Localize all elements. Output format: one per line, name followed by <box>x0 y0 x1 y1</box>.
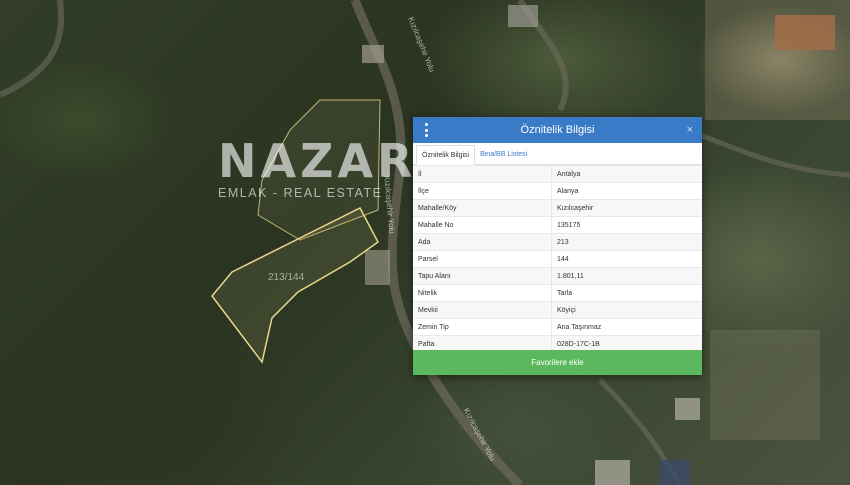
attribute-key: Nitelik <box>413 284 552 302</box>
attribute-key: İlçe <box>413 182 552 200</box>
table-row: Mevkii Köyiçi <box>413 301 702 319</box>
table-row: Ada 213 <box>413 233 702 251</box>
attribute-key: Zemin Tip <box>413 318 552 336</box>
building <box>365 250 390 285</box>
table-row: Mahalle/Köy Kızılcaşehir <box>413 199 702 217</box>
tab-attribute-info[interactable]: Öznitelik Bilgisi <box>416 145 476 165</box>
attribute-value: Köyiçi <box>551 301 702 319</box>
attribute-key: Mahalle No <box>413 216 552 234</box>
road <box>0 0 65 98</box>
building <box>362 45 384 63</box>
tab-building-list[interactable]: Bina/BB Listesi <box>475 145 532 164</box>
attribute-key: Mevkii <box>413 301 552 319</box>
attribute-table: İl Antalya İlçe Alanya Mahalle/Köy Kızılcaşeh… <box>413 165 702 352</box>
add-to-favorites-button[interactable]: Favorilere ekle <box>413 350 702 375</box>
building <box>508 5 538 27</box>
parcel-label: 213/144 <box>268 272 305 283</box>
building <box>675 398 700 420</box>
attribute-key: Parsel <box>413 250 552 268</box>
building <box>660 460 690 485</box>
table-row: Tapu Alanı 1.801,11 <box>413 267 702 285</box>
panel-title: Öznitelik Bilgisi <box>520 124 595 136</box>
close-icon[interactable]: × <box>687 117 693 143</box>
attribute-panel: Öznitelik Bilgisi × Öznitelik Bilgisi Bi… <box>413 117 702 375</box>
attribute-value: Tarla <box>551 284 702 302</box>
panel-tabs: Öznitelik Bilgisi Bina/BB Listesi <box>413 143 702 165</box>
table-row: Zemin Tip Ana Taşınmaz <box>413 318 702 336</box>
attribute-key: Mahalle/Köy <box>413 199 552 217</box>
road <box>699 132 850 178</box>
attribute-value: 144 <box>551 250 702 268</box>
table-row: İl Antalya <box>413 165 702 183</box>
attribute-key: İl <box>413 165 552 183</box>
attribute-key: Ada <box>413 233 552 251</box>
panel-header: Öznitelik Bilgisi × <box>413 117 702 143</box>
table-row: Nitelik Tarla <box>413 284 702 302</box>
attribute-value: Ana Taşınmaz <box>551 318 702 336</box>
attribute-key: Tapu Alanı <box>413 267 552 285</box>
attribute-value: 1.801,11 <box>551 267 702 285</box>
watermark-subtitle: EMLAK - REAL ESTATE <box>218 186 383 200</box>
attribute-value: Antalya <box>551 165 702 183</box>
table-row: İlçe Alanya <box>413 182 702 200</box>
terraced-area <box>710 330 820 440</box>
attribute-value: 213 <box>551 233 702 251</box>
table-row: Mahalle No 135175 <box>413 216 702 234</box>
building <box>595 460 630 485</box>
table-row: Parsel 144 <box>413 250 702 268</box>
watermark: NAZAR EMLAK - REAL ESTATE <box>218 134 417 200</box>
terraced-area <box>705 0 850 120</box>
attribute-value: Alanya <box>551 182 702 200</box>
watermark-logo: NAZAR <box>218 134 417 188</box>
attribute-value: Kızılcaşehir <box>551 199 702 217</box>
attribute-value: 135175 <box>551 216 702 234</box>
